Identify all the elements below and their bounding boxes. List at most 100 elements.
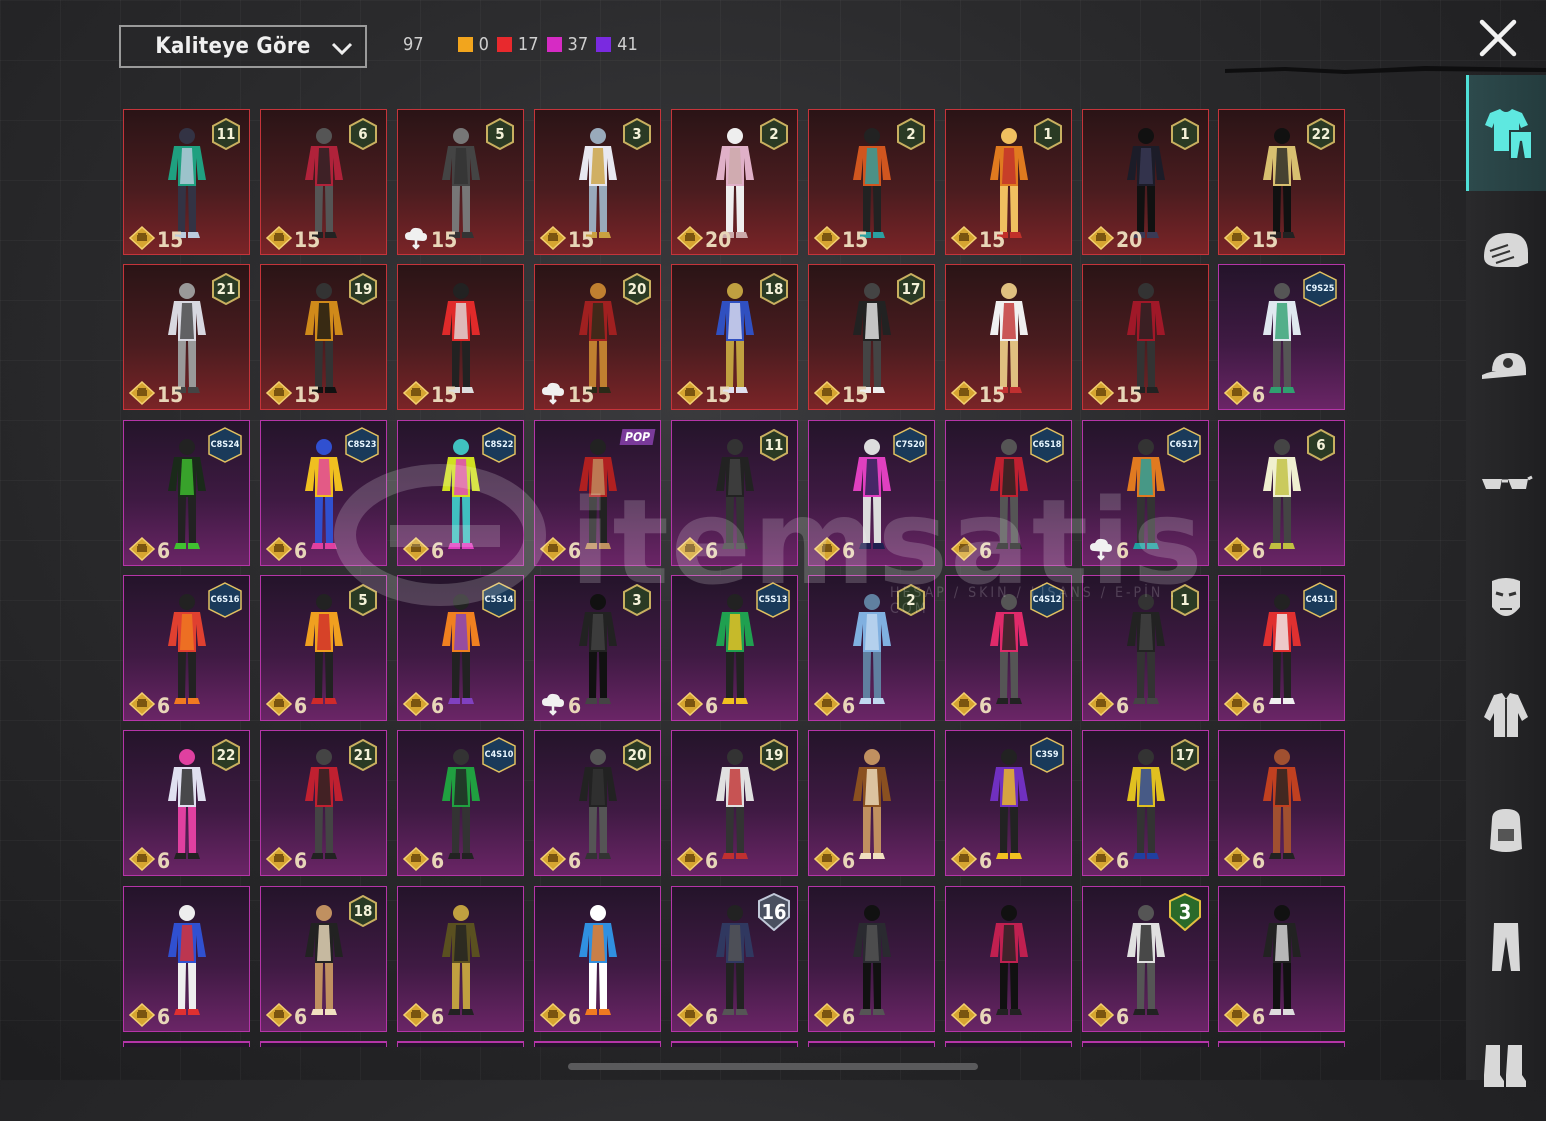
outfit-card-partial[interactable] [123, 1041, 250, 1047]
outfit-image [426, 901, 496, 1019]
coin-icon [1087, 380, 1115, 406]
item-price: 6 [842, 694, 856, 718]
outfit-card[interactable]: 16 6 [671, 886, 798, 1032]
item-price: 6 [431, 539, 445, 563]
coin-icon [128, 380, 156, 406]
level-badge-text: 5 [495, 125, 505, 143]
outfit-card[interactable]: 15 [397, 264, 524, 410]
outfit-card[interactable]: 5 15 [397, 109, 524, 255]
outfit-card-partial[interactable] [945, 1041, 1072, 1047]
outfit-card[interactable]: 17 6 [1082, 730, 1209, 876]
epic-count: 37 [567, 34, 589, 55]
outfit-card[interactable]: C8S24 6 [123, 420, 250, 566]
outfit-card[interactable]: 21 15 [123, 264, 250, 410]
outfit-card[interactable]: 1 15 [945, 109, 1072, 255]
outfit-card[interactable]: C6S17 6 [1082, 420, 1209, 566]
outfit-card[interactable]: 56 [260, 575, 387, 721]
outfit-card[interactable]: 26 [808, 575, 935, 721]
outfit-card-partial[interactable] [397, 1041, 524, 1047]
outfit-card[interactable]: 15 [945, 264, 1072, 410]
outfit-card[interactable]: C7S20 6 [808, 420, 935, 566]
outfit-card[interactable]: POP 6 [534, 420, 661, 566]
outfit-card[interactable]: 20 15 [534, 264, 661, 410]
outfit-card[interactable]: 11 15 [123, 109, 250, 255]
outfit-card[interactable]: C4S12 6 [945, 575, 1072, 721]
outfit-card[interactable]: 22 15 [1218, 109, 1345, 255]
level-badge-text: 2 [906, 125, 916, 143]
category-mask[interactable] [1466, 541, 1546, 657]
sort-dropdown[interactable]: Kaliteye Göre [119, 25, 367, 68]
outfit-card[interactable]: 18 6 [260, 886, 387, 1032]
outfit-card[interactable]: 2 15 [808, 109, 935, 255]
category-boots[interactable] [1466, 1005, 1546, 1121]
outfit-image [563, 901, 633, 1019]
outfit-card[interactable]: 6 [1218, 886, 1345, 1032]
mask-icon [1492, 578, 1520, 616]
outfit-card[interactable]: C5S14 6 [397, 575, 524, 721]
outfit-card[interactable]: 11 6 [671, 420, 798, 566]
outfit-card[interactable]: 36 [1082, 886, 1209, 1032]
outfit-card[interactable]: 36 [534, 575, 661, 721]
category-jacket[interactable] [1466, 657, 1546, 773]
outfit-card-partial[interactable] [534, 1041, 661, 1047]
outfit-card[interactable]: 6 [534, 886, 661, 1032]
outfit-card[interactable]: 6 [808, 886, 935, 1032]
season-badge: C8S24 [207, 427, 243, 463]
outfit-card[interactable]: 17 15 [808, 264, 935, 410]
outfit-card[interactable]: C9S25 6 [1218, 264, 1345, 410]
outfit-card[interactable]: C4S11 6 [1218, 575, 1345, 721]
category-cap[interactable] [1466, 309, 1546, 425]
outfit-card[interactable]: C5S13 6 [671, 575, 798, 721]
outfit-card[interactable]: 2 20 [671, 109, 798, 255]
outfit-card[interactable]: 6 [397, 886, 524, 1032]
outfit-card[interactable]: 19 15 [260, 264, 387, 410]
coin-icon [539, 536, 567, 562]
close-icon[interactable] [1478, 18, 1518, 58]
outfit-card[interactable]: C8S23 6 [260, 420, 387, 566]
outfit-card[interactable]: 16 [1082, 575, 1209, 721]
outfit-card[interactable]: C6S18 6 [945, 420, 1072, 566]
outfit-card[interactable]: 22 6 [123, 730, 250, 876]
item-price: 15 [568, 228, 595, 252]
home-indicator[interactable] [568, 1063, 978, 1070]
item-price: 6 [568, 849, 582, 873]
outfit-card-partial[interactable] [808, 1041, 935, 1047]
outfit-card[interactable]: C4S10 6 [397, 730, 524, 876]
outfit-card[interactable]: C3S9 6 [945, 730, 1072, 876]
outfit-card-partial[interactable] [260, 1041, 387, 1047]
outfit-card[interactable]: 19 6 [671, 730, 798, 876]
category-glasses[interactable] [1466, 425, 1546, 541]
coin-icon [950, 1002, 978, 1028]
outfit-card-partial[interactable] [671, 1041, 798, 1047]
item-price: 6 [705, 694, 719, 718]
outfit-card[interactable]: 6 [123, 886, 250, 1032]
legendary-count: 0 [478, 34, 489, 55]
outfit-card[interactable]: 6 15 [260, 109, 387, 255]
season-badge: C4S10 [481, 737, 517, 773]
outfit-card-partial[interactable] [1218, 1041, 1345, 1047]
outfit-card[interactable]: 15 [1082, 264, 1209, 410]
outfit-card[interactable]: 18 15 [671, 264, 798, 410]
outfit-card-partial[interactable] [1082, 1041, 1209, 1047]
category-pants[interactable] [1466, 889, 1546, 1005]
category-outfit[interactable] [1466, 75, 1546, 191]
category-backpack[interactable] [1466, 773, 1546, 889]
cloud-download-icon [403, 226, 429, 250]
item-price: 6 [842, 1005, 856, 1029]
coin-icon [950, 225, 978, 251]
outfit-card[interactable]: 6 [1218, 730, 1345, 876]
outfit-card[interactable]: 21 6 [260, 730, 387, 876]
item-price: 6 [157, 539, 171, 563]
outfit-card[interactable]: 6 [808, 730, 935, 876]
outfit-card[interactable]: 3 15 [534, 109, 661, 255]
outfit-card[interactable]: 66 [1218, 420, 1345, 566]
coin-icon [1087, 225, 1115, 251]
outfit-card[interactable]: 6 [945, 886, 1072, 1032]
outfit-card[interactable]: 20 6 [534, 730, 661, 876]
outfit-card[interactable]: C6S16 6 [123, 575, 250, 721]
item-price: 6 [1252, 539, 1266, 563]
outfit-card[interactable]: 1 20 [1082, 109, 1209, 255]
outfit-card[interactable]: C8S22 6 [397, 420, 524, 566]
level-badge: 3 [622, 117, 652, 151]
category-helmet[interactable] [1466, 193, 1546, 309]
